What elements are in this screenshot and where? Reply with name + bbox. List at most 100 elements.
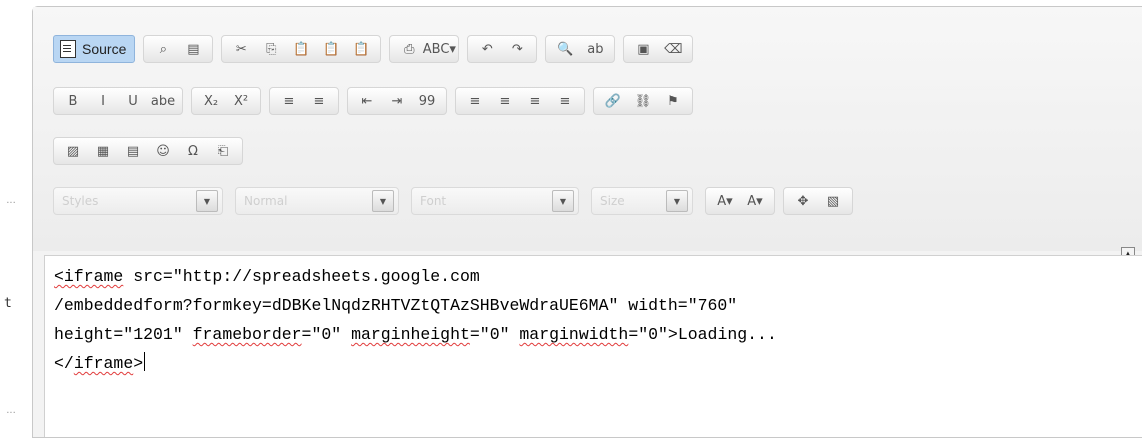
toolbar-row-4: Styles ▼ Normal ▼ Font ▼ Size ▼ A▾ A▾ ✥ ▧ (53, 187, 861, 215)
page-break-icon[interactable]: ⎗ (210, 140, 236, 162)
code-token: marginwidth (519, 325, 629, 344)
align-center-icon[interactable]: ≡ (492, 90, 518, 112)
remove-format-icon[interactable]: ⌫ (660, 38, 686, 60)
font-combo[interactable]: Font ▼ (411, 187, 579, 215)
undo-icon[interactable]: ↶ (474, 38, 500, 60)
chevron-down-icon: ▼ (666, 190, 688, 212)
justify-icon[interactable]: ≡ (552, 90, 578, 112)
chevron-down-icon: ▼ (372, 190, 394, 212)
gutter-dots: ··· (6, 408, 16, 419)
superscript-icon[interactable]: X² (228, 90, 254, 112)
select-all-icon[interactable]: ▣ (630, 38, 656, 60)
bulleted-list-icon[interactable]: ≡ (306, 90, 332, 112)
format-combo-label: Normal (244, 194, 288, 208)
image-icon[interactable]: ▨ (60, 140, 86, 162)
bg-color-icon[interactable]: A▾ (742, 190, 768, 212)
code-token: frameborder (192, 325, 302, 344)
preview-icon[interactable]: ⌕ (150, 38, 176, 60)
toolbar-group-select: ▣ ⌫ (623, 35, 694, 63)
code-token: ="0" (469, 325, 520, 344)
code-token: ="0">Loading... (628, 325, 777, 344)
gutter-letter: t (4, 296, 12, 311)
toolbar-group-indent: ⇤ ⇥ 99 (347, 87, 447, 115)
code-token: height="1201" (54, 325, 193, 344)
code-token: marginheight (351, 325, 470, 344)
cut-icon[interactable]: ✂ (228, 38, 254, 60)
toolbar-group-g1: ✥ ▧ (783, 187, 853, 215)
code-token: iframe (73, 354, 134, 373)
paste-icon[interactable]: 📋 (288, 38, 314, 60)
editor-toolbar: Source ⌕ ▤ ✂ ⎘ 📋 📋 📋 ⎙ ABC▾ ↶ ↷ 🔍 ab ▣ ⌫ B I Uabe X₂ X² ≡ ≡ ⇤… (33, 7, 1142, 261)
rich-text-editor: Source ⌕ ▤ ✂ ⎘ 📋 📋 📋 ⎙ ABC▾ ↶ ↷ 🔍 ab ▣ ⌫ B I Uabe X₂ X² ≡ ≡ ⇤… (32, 6, 1142, 438)
toolbar-group-clipboard: ✂ ⎘ 📋 📋 📋 (221, 35, 382, 63)
bold-icon[interactable]: B (60, 90, 86, 112)
source-code: <iframe src="http://spreadsheets.google.… (54, 262, 777, 378)
print-icon[interactable]: ⎙ (396, 38, 422, 60)
code-token: /embeddedform?formkey=dDBKelNqdzRHTVZtQT… (54, 296, 738, 315)
blockquote-icon[interactable]: 99 (414, 90, 440, 112)
indent-icon[interactable]: ⇥ (384, 90, 410, 112)
gutter-dots: ··· (6, 198, 16, 209)
redo-icon[interactable]: ↷ (504, 38, 530, 60)
outdent-icon[interactable]: ⇤ (354, 90, 380, 112)
toolbar-group-align: ≡ ≡ ≡ ≡ (455, 87, 585, 115)
code-token: src="http://spreadsheets.google.com (123, 267, 480, 286)
align-left-icon[interactable]: ≡ (462, 90, 488, 112)
strike-icon[interactable]: abe (150, 90, 176, 112)
toolbar-row-3: ▨ ▦ ▤ ☺ Ω ⎗ (53, 137, 251, 165)
spellcheck-icon[interactable]: ABC▾ (423, 38, 456, 60)
chevron-down-icon: ▼ (196, 190, 218, 212)
chevron-down-icon: ▼ (552, 190, 574, 212)
toolbar-group-history: ↶ ↷ (467, 35, 538, 63)
show-blocks-icon[interactable]: ▧ (820, 190, 846, 212)
maximize-icon[interactable]: ✥ (790, 190, 816, 212)
toolbar-row-3-groups: ▨ ▦ ▤ ☺ Ω ⎗ (53, 137, 251, 165)
paste-word-icon[interactable]: 📋 (348, 38, 374, 60)
source-icon (60, 40, 76, 58)
size-combo[interactable]: Size ▼ (591, 187, 693, 215)
styles-combo-label: Styles (62, 194, 99, 208)
code-token: > (133, 354, 144, 373)
templates-icon[interactable]: ▤ (180, 38, 206, 60)
unlink-icon[interactable]: ⛓ (630, 90, 656, 112)
toolbar-group-links: 🔗 ⛓ ⚑ (593, 87, 693, 115)
text-color-icon[interactable]: A▾ (712, 190, 738, 212)
code-token: ="0" (301, 325, 352, 344)
toolbar-group-basic-styles: B I Uabe (53, 87, 183, 115)
anchor-icon[interactable]: ⚑ (660, 90, 686, 112)
source-button[interactable]: Source (53, 35, 136, 63)
replace-icon[interactable]: ab (582, 38, 608, 60)
code-token: </ (54, 354, 74, 373)
toolbar-group-g0: A▾ A▾ (705, 187, 775, 215)
toolbar-row-4-groups: A▾ A▾ ✥ ▧ (705, 187, 861, 215)
special-char-icon[interactable]: Ω (180, 140, 206, 162)
toolbar-row-2-groups: B I Uabe X₂ X² ≡ ≡ ⇤ ⇥ 99 ≡ ≡ ≡ ≡ 🔗 ⛓ ⚑ (53, 87, 701, 115)
toolbar-group-document: ⌕ ▤ (143, 35, 214, 63)
table-icon[interactable]: ▦ (90, 140, 116, 162)
horizontal-rule-icon[interactable]: ▤ (120, 140, 146, 162)
toolbar-group-insert: ▨ ▦ ▤ ☺ Ω ⎗ (53, 137, 243, 165)
copy-icon[interactable]: ⎘ (258, 38, 284, 60)
toolbar-group-list: ≡ ≡ (269, 87, 339, 115)
paste-text-icon[interactable]: 📋 (318, 38, 344, 60)
smiley-icon[interactable]: ☺ (150, 140, 176, 162)
toolbar-group-find: 🔍 ab (545, 35, 616, 63)
styles-combo[interactable]: Styles ▼ (53, 187, 223, 215)
numbered-list-icon[interactable]: ≡ (276, 90, 302, 112)
source-textarea[interactable]: <iframe src="http://spreadsheets.google.… (44, 255, 1142, 437)
code-token: <iframe (54, 267, 124, 286)
left-gutter: ··· t ··· (0, 0, 32, 425)
format-combo[interactable]: Normal ▼ (235, 187, 399, 215)
italic-icon[interactable]: I (90, 90, 116, 112)
subscript-icon[interactable]: X₂ (198, 90, 224, 112)
align-right-icon[interactable]: ≡ (522, 90, 548, 112)
size-combo-label: Size (600, 194, 625, 208)
source-button-label: Source (82, 41, 127, 57)
text-caret (144, 352, 146, 371)
toolbar-group-editing: ⎙ ABC▾ (389, 35, 460, 63)
find-icon[interactable]: 🔍 (552, 38, 578, 60)
link-icon[interactable]: 🔗 (600, 90, 626, 112)
toolbar-row-1-groups: ⌕ ▤ ✂ ⎘ 📋 📋 📋 ⎙ ABC▾ ↶ ↷ 🔍 ab ▣ ⌫ (143, 35, 701, 63)
underline-icon[interactable]: U (120, 90, 146, 112)
toolbar-group-script: X₂ X² (191, 87, 261, 115)
